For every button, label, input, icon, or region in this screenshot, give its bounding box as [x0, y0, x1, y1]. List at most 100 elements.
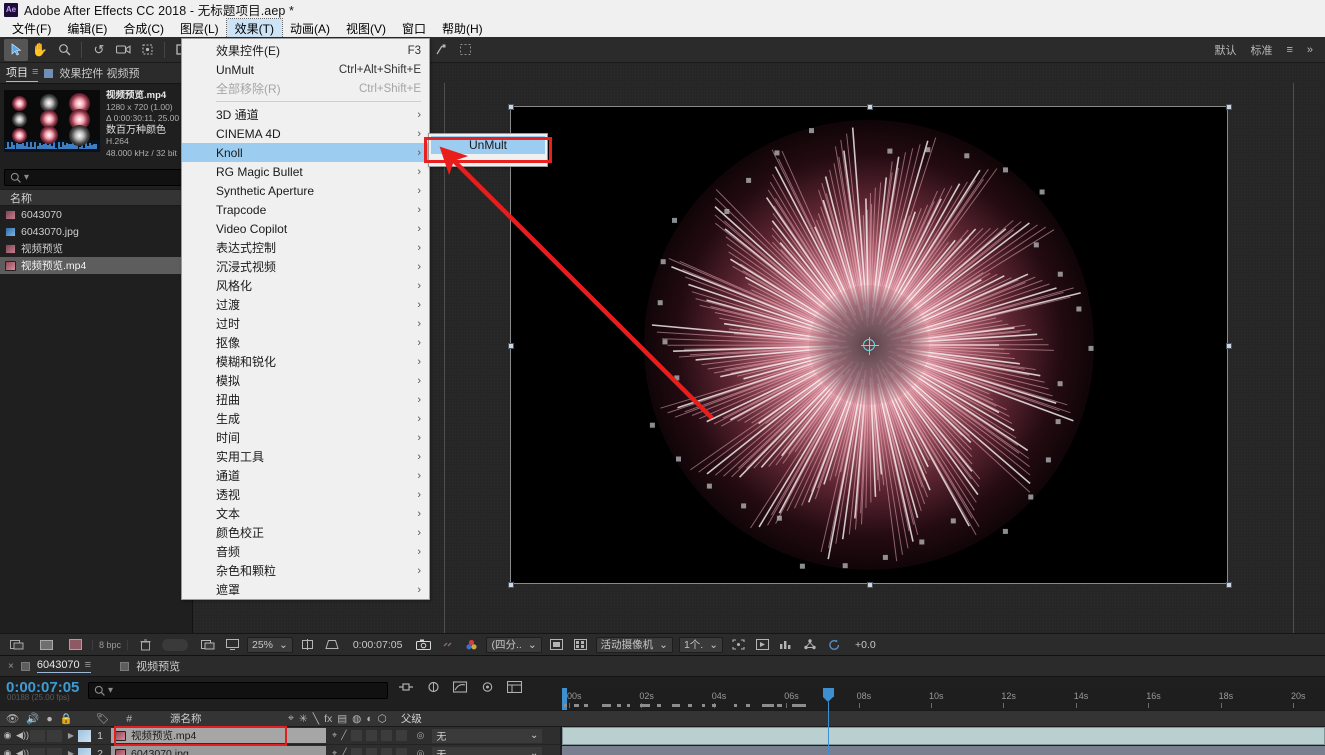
project-item-0[interactable]: 6043070 [0, 206, 192, 223]
new-composition-icon[interactable] [34, 634, 58, 656]
project-item-list[interactable]: 60430706043070.jpg视频预览视频预览.mp4 [0, 206, 192, 274]
workspace-default[interactable]: 默认 [1214, 42, 1236, 58]
snapping-icon[interactable] [429, 39, 453, 61]
workspace-search-icon[interactable]: » [1307, 44, 1313, 56]
effects-menu-item-9[interactable]: Trapcode› [182, 200, 429, 219]
workspace-menu-icon[interactable]: ≡ [1286, 44, 1292, 56]
layer-video-toggle[interactable]: ◉ [0, 748, 15, 755]
resolution-dropdown[interactable]: (四分.. ⌄ [486, 637, 541, 653]
workspace-standard[interactable]: 标准 [1250, 42, 1272, 58]
pan-behind-tool-icon[interactable] [135, 39, 159, 61]
timeline-layer-rows[interactable]: ◉◀))▶1视频预览.mp4⌖╱◎无⌄◉◀))▶26043070.jpg⌖╱◎无… [0, 727, 560, 755]
effects-menu-item-17[interactable]: 模糊和锐化› [182, 352, 429, 371]
project-item-1[interactable]: 6043070.jpg [0, 223, 192, 240]
tab-project[interactable]: 项目 ≡ [6, 64, 38, 82]
menu-bar[interactable]: 文件(F)编辑(E)合成(C)图层(L)效果(T)动画(A)视图(V)窗口帮助(… [0, 19, 1325, 37]
menubar-item-7[interactable]: 窗口 [394, 19, 434, 38]
close-icon[interactable]: × [8, 661, 14, 672]
brainstorm-icon[interactable] [480, 681, 495, 696]
graph-editor-icon[interactable] [453, 681, 468, 696]
hand-tool-icon[interactable]: ✋ [28, 39, 52, 61]
effects-menu-item-18[interactable]: 模拟› [182, 371, 429, 390]
effects-menu-item-0[interactable]: 效果控件(E)F3 [182, 41, 429, 60]
menubar-item-6[interactable]: 视图(V) [338, 19, 394, 38]
effects-menu-item-20[interactable]: 生成› [182, 409, 429, 428]
effects-menu-item-6[interactable]: Knoll› [182, 143, 429, 162]
timeline-search-input[interactable]: ▾ [88, 682, 388, 699]
project-footer-pill[interactable] [162, 639, 188, 651]
menubar-item-4[interactable]: 效果(T) [227, 19, 282, 38]
camera-tool-icon[interactable] [111, 39, 135, 61]
composition-stage[interactable] [510, 106, 1228, 584]
current-time-display[interactable]: 0:00:07:05 [347, 639, 409, 651]
panel-menu-icon[interactable]: ≡ [32, 66, 38, 78]
effects-menu-item-26[interactable]: 颜色校正› [182, 523, 429, 542]
effects-menu-item-4[interactable]: 3D 通道› [182, 105, 429, 124]
effects-menu-item-19[interactable]: 扭曲› [182, 390, 429, 409]
pixel-aspect-icon[interactable] [729, 636, 747, 653]
timeline-playhead[interactable] [823, 688, 834, 702]
effects-menu-item-16[interactable]: 抠像› [182, 333, 429, 352]
handle-bottom-center[interactable] [867, 582, 873, 588]
effects-menu-item-11[interactable]: 表达式控制› [182, 238, 429, 257]
layer-solo-toggle[interactable] [30, 730, 45, 742]
selection-tool-icon[interactable] [4, 39, 28, 61]
region-of-interest-icon[interactable] [323, 636, 341, 653]
effects-menu-item-28[interactable]: 杂色和颗粒› [182, 561, 429, 580]
render-queue-icon[interactable] [199, 636, 217, 653]
project-panel-tabs[interactable]: 项目 ≡ 效果控件 视频预 [0, 63, 192, 84]
layer-lock-toggle[interactable] [47, 748, 62, 755]
effects-menu-item-2[interactable]: 全部移除(R)Ctrl+Shift+E [182, 79, 429, 98]
effects-menu-item-10[interactable]: Video Copilot› [182, 219, 429, 238]
project-item-3[interactable]: 视频预览.mp4 [0, 257, 192, 274]
layer-lock-toggle[interactable] [47, 730, 62, 742]
menubar-item-5[interactable]: 动画(A) [282, 19, 338, 38]
monitor-icon[interactable] [223, 636, 241, 653]
project-search-input[interactable]: ▾ [4, 169, 188, 186]
show-snapshot-icon[interactable] [438, 636, 456, 653]
tab-comp-6043070[interactable]: 6043070 ≡ [37, 659, 91, 673]
layer-parent-dropdown[interactable]: 无⌄ [432, 729, 542, 743]
menubar-item-0[interactable]: 文件(F) [4, 19, 59, 38]
composition-mini-flowchart-icon[interactable] [398, 681, 414, 696]
comp-flowchart-icon[interactable] [507, 681, 522, 696]
handle-bottom-right[interactable] [1226, 582, 1232, 588]
show-channel-icon[interactable] [462, 636, 480, 653]
effects-menu-item-24[interactable]: 透视› [182, 485, 429, 504]
project-item-2[interactable]: 视频预览 [0, 240, 192, 257]
layer-expand-arrow[interactable]: ▶ [64, 749, 78, 755]
timeline-graph-icon[interactable] [777, 636, 795, 653]
menubar-item-8[interactable]: 帮助(H) [434, 19, 491, 38]
project-column-header[interactable]: 名称 [0, 189, 192, 206]
camera-view-dropdown[interactable]: 活动摄像机 ⌄ [596, 637, 673, 653]
effects-menu-item-12[interactable]: 沉浸式视频› [182, 257, 429, 276]
effects-menu-item-8[interactable]: Synthetic Aperture› [182, 181, 429, 200]
timeline-tabs[interactable]: × 6043070 ≡ 视频预览 [0, 656, 1325, 677]
effects-menu-item-23[interactable]: 通道› [182, 466, 429, 485]
transform-box-icon[interactable] [453, 39, 477, 61]
effects-menu-item-14[interactable]: 过渡› [182, 295, 429, 314]
handle-top-center[interactable] [867, 104, 873, 110]
zoom-level-dropdown[interactable]: 25% ⌄ [247, 637, 293, 653]
effects-menu-item-5[interactable]: CINEMA 4D› [182, 124, 429, 143]
layer-solo-toggle[interactable] [30, 748, 45, 755]
column-av-features[interactable]: 👁 🔊 ● 🔒 🏷 # [0, 712, 160, 725]
timeline-header-icons[interactable] [398, 681, 522, 696]
resolution-toggle-icon[interactable] [299, 636, 317, 653]
new-folder-icon[interactable] [63, 634, 87, 656]
timeline-menu-icon[interactable]: ≡ [85, 659, 91, 671]
rotation-tool-icon[interactable]: ↺ [87, 39, 111, 61]
transparency-grid-icon[interactable] [572, 636, 590, 653]
handle-middle-left[interactable] [508, 343, 514, 349]
submenu-item-unmult[interactable]: UnMult [431, 136, 545, 154]
layer-parent-dropdown[interactable]: 无⌄ [432, 747, 542, 755]
layer-audio-toggle[interactable]: ◀)) [15, 748, 30, 755]
effects-menu-item-27[interactable]: 音频› [182, 542, 429, 561]
exposure-value[interactable]: +0.0 [849, 639, 882, 651]
interpret-footage-icon[interactable] [5, 634, 29, 656]
timeline-layer-row-1[interactable]: ◉◀))▶26043070.jpg⌖╱◎无⌄ [0, 745, 560, 755]
layer-name-cell[interactable]: 视频预览.mp4 [111, 728, 326, 743]
handle-bottom-left[interactable] [508, 582, 514, 588]
effects-menu-item-21[interactable]: 时间› [182, 428, 429, 447]
effects-menu-item-29[interactable]: 遮罩› [182, 580, 429, 599]
